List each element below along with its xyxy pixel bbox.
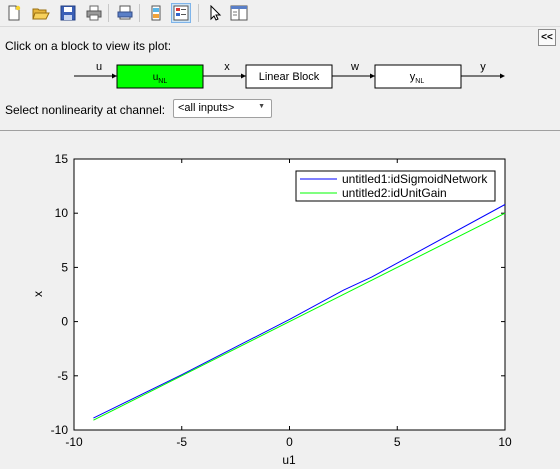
x-axis-label: u1 xyxy=(282,453,296,467)
y-axis-label: x xyxy=(31,291,45,297)
legend-entry: untitled2:idUnitGain xyxy=(342,186,447,200)
x-tick-label: 0 xyxy=(286,435,293,449)
x-tick-label: 10 xyxy=(498,435,512,449)
y-tick-label: 0 xyxy=(61,315,68,329)
y-tick-label: -10 xyxy=(51,423,69,437)
x-tick-label: 5 xyxy=(394,435,401,449)
nonlinearity-plot[interactable]: -10 -5 0 5 10 -10 -5 0 5 10 15 untitled1:idSigmoid… xyxy=(0,0,560,469)
y-tick-label: -5 xyxy=(57,369,68,383)
legend-entry: untitled1:idSigmoidNetwork xyxy=(342,172,488,186)
y-tick-label: 15 xyxy=(55,152,69,166)
plot-legend[interactable]: untitled1:idSigmoidNetwork untitled2:idU… xyxy=(295,170,496,202)
x-tick-label: -10 xyxy=(65,435,83,449)
y-tick-label: 5 xyxy=(61,260,68,274)
x-tick-label: -5 xyxy=(176,435,187,449)
y-tick-label: 10 xyxy=(55,206,69,220)
